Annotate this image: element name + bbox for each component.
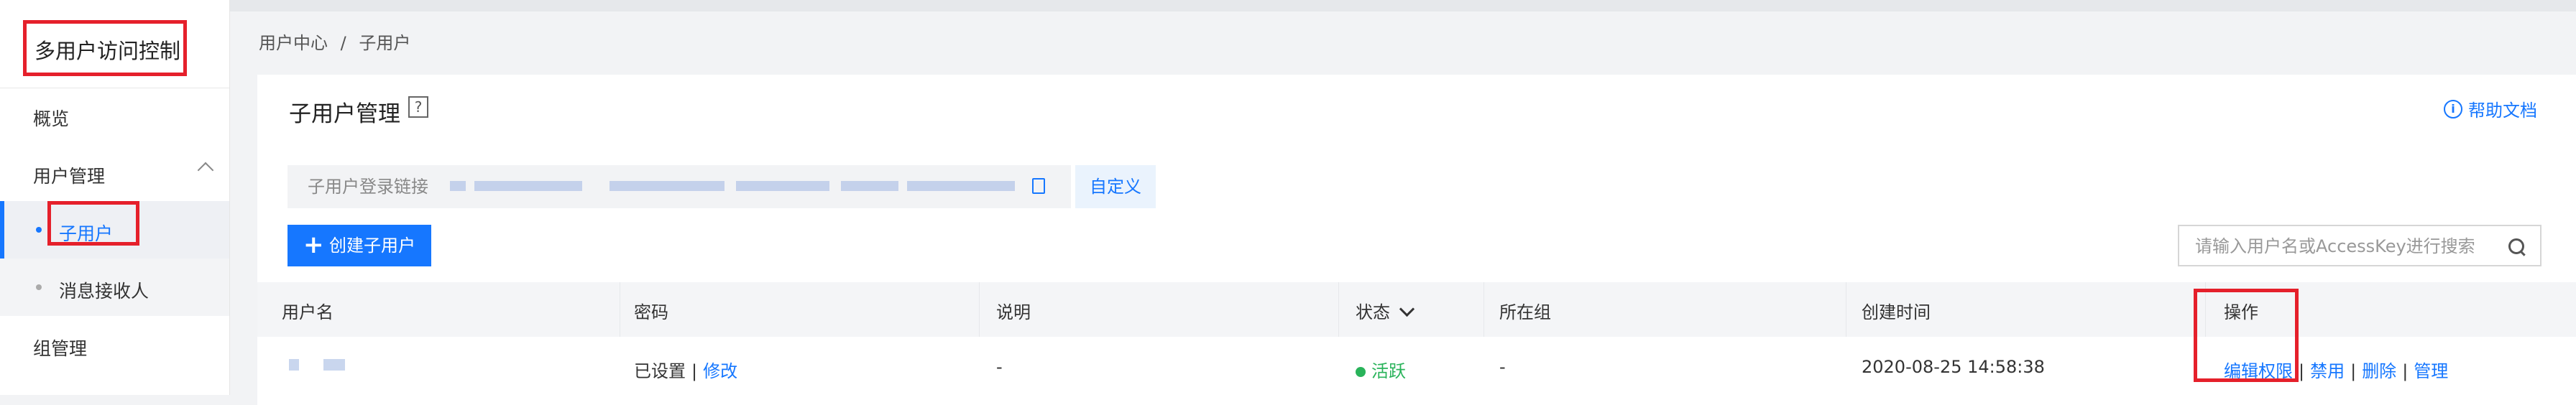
redacted-username <box>289 359 299 371</box>
sidebar-title: 多用户访问控制 <box>34 39 181 63</box>
page-title: 子用户管理 <box>289 101 400 127</box>
manage-link[interactable]: 管理 <box>2414 361 2448 381</box>
cell-group: - <box>1499 357 1506 377</box>
info-icon: i <box>2444 99 2462 118</box>
help-question-icon[interactable]: ? <box>408 96 428 118</box>
plus-icon: + <box>303 231 324 259</box>
modify-password-link[interactable]: 修改 <box>703 361 737 381</box>
help-doc-link[interactable]: i 帮助文档 <box>2444 96 2537 121</box>
sidebar-header: 多用户访问控制 <box>0 0 229 88</box>
sidebar-item-label: 子用户 <box>59 223 114 244</box>
help-doc-label: 帮助文档 <box>2468 101 2537 121</box>
sidebar-item-group-management[interactable]: 组管理 <box>33 335 87 360</box>
active-indicator <box>0 201 4 259</box>
redacted-link-part <box>736 181 829 191</box>
header-password: 密码 <box>634 302 668 322</box>
sidebar-item-overview[interactable]: 概览 <box>33 105 69 131</box>
header-status[interactable]: 状态 <box>1356 298 1415 323</box>
status-label: 活跃 <box>1371 361 1406 381</box>
cell-description: - <box>996 357 1003 377</box>
header-username: 用户名 <box>282 302 334 322</box>
search-input[interactable] <box>2179 226 2498 266</box>
separator: | <box>2299 361 2305 381</box>
sidebar-item-message-receiver[interactable]: 消息接收人 <box>0 259 229 316</box>
redacted-link-part <box>474 181 582 191</box>
customize-button[interactable]: 自定义 <box>1075 165 1156 208</box>
redacted-link-part <box>841 181 898 191</box>
delete-link[interactable]: 删除 <box>2362 361 2396 381</box>
sidebar-item-sub-user[interactable]: 子用户 <box>0 201 229 259</box>
cell-actions: 编辑权限 | 禁用 | 删除 | 管理 <box>2224 357 2448 382</box>
bullet-icon <box>36 284 42 290</box>
chevron-down-icon[interactable] <box>1399 301 1415 317</box>
copy-icon[interactable] <box>1032 178 1045 194</box>
separator: | <box>2402 361 2409 381</box>
disable-link[interactable]: 禁用 <box>2310 361 2345 381</box>
edit-permissions-link[interactable]: 编辑权限 <box>2224 361 2293 381</box>
breadcrumb-separator: / <box>340 33 346 53</box>
password-state: 已设置 <box>634 361 686 381</box>
search-icon[interactable] <box>2508 238 2524 254</box>
header-status-label: 状态 <box>1356 302 1390 322</box>
status-active-icon <box>1356 367 1366 377</box>
top-strip <box>230 0 2576 11</box>
cell-password: 已设置 | 修改 <box>634 357 737 382</box>
breadcrumb-user-center[interactable]: 用户中心 <box>259 33 328 53</box>
sidebar: 多用户访问控制 概览 用户管理 子用户 消息接收人 组管理 <box>0 0 230 395</box>
header-created-time: 创建时间 <box>1862 302 1931 322</box>
redacted-link-part <box>907 181 1015 191</box>
cell-status: 活跃 <box>1356 357 1406 382</box>
create-button-label: 创建子用户 <box>329 236 415 256</box>
redacted-username <box>323 359 345 371</box>
redacted-link-part <box>610 181 724 191</box>
separator: | <box>2350 361 2357 381</box>
separator: | <box>691 361 698 381</box>
cell-created-time: 2020-08-25 14:58:38 <box>1862 357 2045 377</box>
breadcrumb-current: 子用户 <box>359 33 411 53</box>
sidebar-item-user-management[interactable]: 用户管理 <box>33 162 105 188</box>
redacted-link-part <box>450 181 466 191</box>
header-group: 所在组 <box>1499 302 1551 322</box>
chevron-up-icon[interactable] <box>197 162 214 179</box>
create-sub-user-button[interactable]: + 创建子用户 <box>288 225 431 266</box>
header-description: 说明 <box>996 302 1031 322</box>
search-box[interactable] <box>2178 225 2542 266</box>
login-link-label: 子用户登录链接 <box>308 177 428 197</box>
sidebar-item-label: 消息接收人 <box>59 281 150 302</box>
header-actions: 操作 <box>2224 302 2258 322</box>
bullet-icon <box>36 227 42 233</box>
breadcrumb: 用户中心 / 子用户 <box>259 29 418 54</box>
